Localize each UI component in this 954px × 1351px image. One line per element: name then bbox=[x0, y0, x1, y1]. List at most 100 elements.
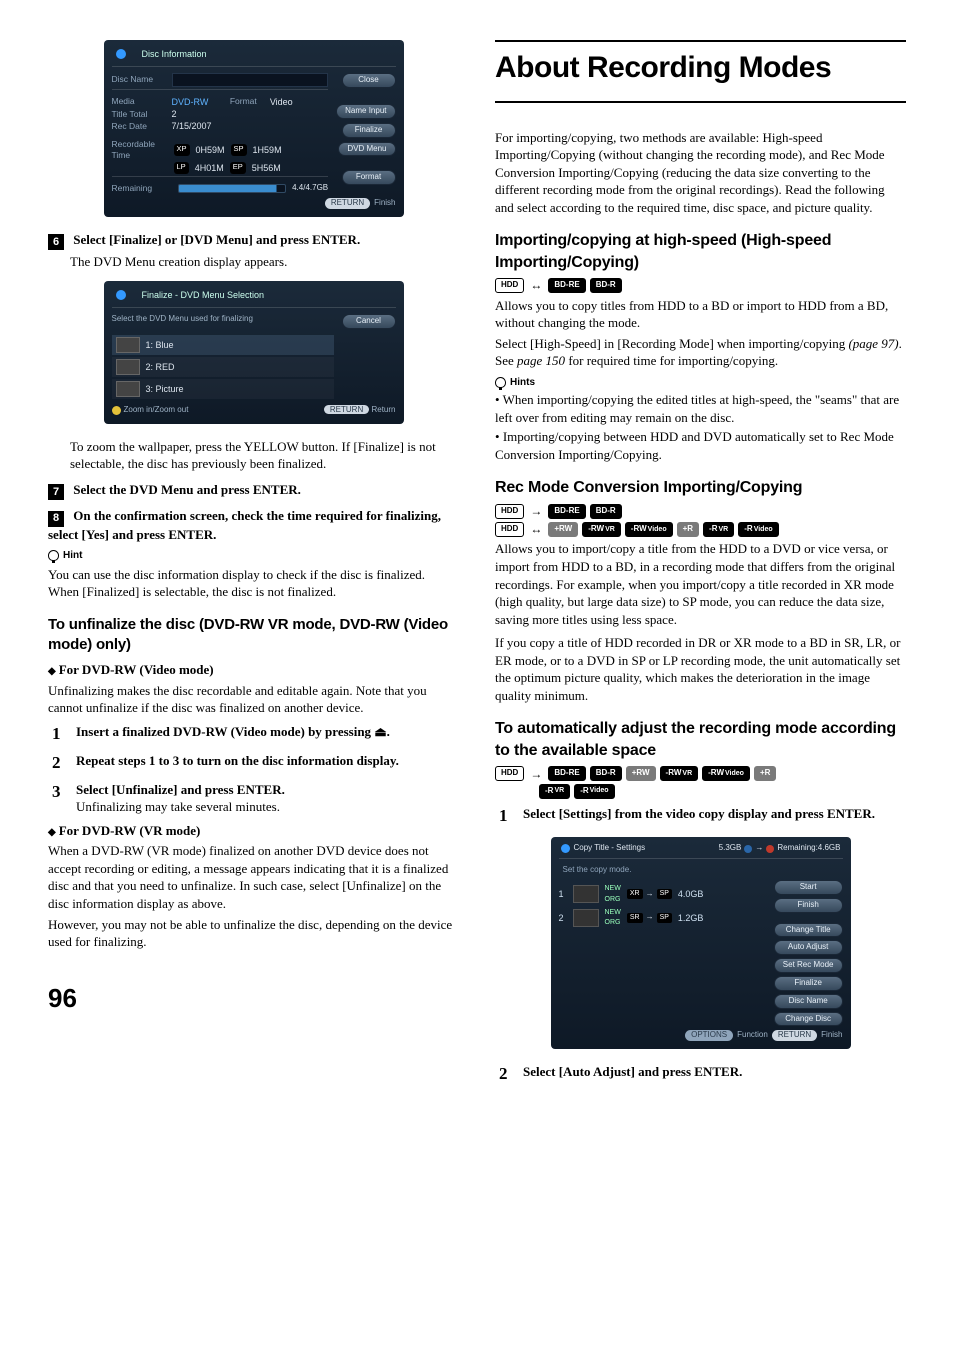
disc-arrow-icon: → bbox=[755, 843, 763, 854]
thumbnail-icon bbox=[573, 885, 599, 903]
copy-row-1[interactable]: 1 NEWORG XR→SP 4.0GB bbox=[559, 884, 774, 904]
return-text: Return bbox=[371, 405, 395, 414]
unfinalize-step-1b: . bbox=[387, 724, 390, 739]
remaining-label: Remaining bbox=[112, 183, 172, 194]
disc-information-panel: Disc Information Disc Name Media DVD-RW … bbox=[104, 40, 404, 217]
dashrw-vr-badge: -RWVR bbox=[660, 766, 699, 781]
capacity-used: 5.3GB bbox=[719, 843, 742, 854]
right-arrow-icon: → bbox=[528, 503, 544, 519]
plusrw-badge: +RW bbox=[626, 766, 656, 781]
menu-item-red[interactable]: 2: RED bbox=[112, 357, 334, 377]
dashrw-vr-badge: -RWVR bbox=[582, 522, 621, 537]
recmode-body-2: If you copy a title of HDD recorded in D… bbox=[495, 634, 906, 704]
dvd-menu-button[interactable]: DVD Menu bbox=[338, 142, 395, 157]
eject-icon: ⏏ bbox=[374, 724, 386, 739]
hint-2: Importing/copying between HDD and DVD au… bbox=[495, 428, 906, 463]
recmode-heading: Rec Mode Conversion Importing/Copying bbox=[495, 477, 906, 499]
change-title-button[interactable]: Change Title bbox=[774, 923, 843, 938]
recmode-badges-1: HDD → BD-RE BD-R bbox=[495, 503, 906, 519]
hdd-badge: HDD bbox=[495, 504, 524, 519]
mode-ep-value: 5H56M bbox=[252, 162, 281, 174]
highspeed-body-1: Allows you to copy titles from HDD to a … bbox=[495, 297, 906, 332]
return-badge[interactable]: RETURN bbox=[324, 405, 369, 414]
cancel-button[interactable]: Cancel bbox=[342, 314, 396, 329]
title-total-label: Title Total bbox=[112, 109, 172, 120]
close-button[interactable]: Close bbox=[342, 73, 396, 88]
dashr-vr-badge: -RVR bbox=[703, 522, 734, 537]
hint-text: You can use the disc information display… bbox=[48, 566, 459, 601]
zoom-label: Zoom in/Zoom out bbox=[124, 405, 189, 416]
menu-item-picture[interactable]: 3: Picture bbox=[112, 379, 334, 399]
bulb-icon bbox=[495, 377, 506, 388]
finalize-menu-panel: Finalize - DVD Menu Selection Select the… bbox=[104, 281, 404, 424]
dashr-video-badge: -RVideo bbox=[738, 522, 778, 537]
plusrw-badge: +RW bbox=[548, 522, 578, 537]
auto-adjust-button[interactable]: Auto Adjust bbox=[774, 940, 843, 955]
autoadjust-badges-2: -RVR -RVideo bbox=[539, 784, 906, 799]
disc-name-button[interactable]: Disc Name bbox=[774, 994, 843, 1009]
mode-lp-badge: LP bbox=[174, 162, 189, 174]
plusr-badge: +R bbox=[754, 766, 776, 781]
bdre-badge: BD-RE bbox=[548, 766, 585, 781]
step-6-body: The DVD Menu creation display appears. bbox=[70, 253, 459, 271]
unfinalize-step-2: Repeat steps 1 to 3 to turn on the disc … bbox=[76, 753, 399, 768]
video-mode-body: Unfinalizing makes the disc recordable a… bbox=[48, 682, 459, 717]
mode-sp-badge: SP bbox=[231, 144, 247, 156]
unfinalize-step-1a: Insert a finalized DVD-RW (Video mode) b… bbox=[76, 724, 374, 739]
bdre-badge: BD-RE bbox=[548, 278, 585, 293]
menu-item-blue[interactable]: 1: Blue bbox=[112, 335, 334, 355]
section-title-box: About Recording Modes bbox=[495, 40, 906, 103]
bdr-badge: BD-R bbox=[590, 504, 622, 519]
mode-lp-value: 4H01M bbox=[195, 162, 224, 174]
recmode-badges-2: HDD ↔ +RW -RWVR -RWVideo +R -RVR -RVideo bbox=[495, 521, 906, 537]
return-badge[interactable]: RETURN bbox=[772, 1030, 817, 1041]
disc-name-field[interactable] bbox=[172, 73, 329, 87]
video-mode-heading: For DVD-RW (Video mode) bbox=[48, 661, 459, 679]
vr-mode-body-2: However, you may not be able to unfinali… bbox=[48, 916, 459, 951]
step-8-label: On the confirmation screen, check the ti… bbox=[48, 508, 441, 541]
highspeed-body-2: Select [High-Speed] in [Recording Mode] … bbox=[495, 335, 906, 370]
panel-dot-icon bbox=[116, 290, 126, 300]
finalize-button[interactable]: Finalize bbox=[342, 123, 396, 138]
remaining-value: 4.4/4.7GB bbox=[292, 183, 328, 194]
step-8-number: 8 bbox=[48, 511, 64, 527]
highspeed-badges: HDD ↔ BD-RE BD-R bbox=[495, 277, 906, 293]
return-badge[interactable]: RETURN bbox=[325, 198, 370, 209]
unfinalize-step-1-number: 1 bbox=[52, 723, 66, 746]
finalize-followup-text: To zoom the wallpaper, press the YELLOW … bbox=[70, 438, 459, 473]
dashrw-video-badge: -RWVideo bbox=[625, 522, 673, 537]
dashrw-video-badge: -RWVideo bbox=[702, 766, 750, 781]
media-value: DVD-RW bbox=[172, 96, 230, 108]
panel-dot-icon bbox=[561, 844, 570, 853]
options-badge[interactable]: OPTIONS bbox=[685, 1030, 733, 1041]
remaining-bar bbox=[178, 184, 287, 193]
bidir-arrow-icon: ↔ bbox=[528, 277, 544, 293]
autoadjust-heading: To automatically adjust the recording mo… bbox=[495, 718, 906, 761]
hint-label: Hint bbox=[63, 549, 82, 563]
auto-step-2-number: 2 bbox=[499, 1063, 513, 1086]
step-6-number: 6 bbox=[48, 234, 64, 250]
format-button[interactable]: Format bbox=[342, 170, 396, 185]
autoadjust-badges: HDD → BD-RE BD-R +RW -RWVR -RWVideo +R bbox=[495, 766, 906, 782]
copy-row-2[interactable]: 2 NEWORG SR→SP 1.2GB bbox=[559, 908, 774, 928]
finish-button[interactable]: Finish bbox=[774, 898, 843, 913]
start-button[interactable]: Start bbox=[774, 880, 843, 895]
finalize-button[interactable]: Finalize bbox=[774, 976, 843, 991]
recmode-body-1: Allows you to import/copy a title from t… bbox=[495, 540, 906, 628]
finish-label: Finish bbox=[821, 1030, 842, 1041]
hint-1: When importing/copying the edited titles… bbox=[495, 391, 906, 426]
unfinalize-step-2-number: 2 bbox=[52, 752, 66, 775]
rec-date-value: 7/15/2007 bbox=[172, 120, 329, 132]
highspeed-heading: Importing/copying at high-speed (High-sp… bbox=[495, 230, 906, 273]
plusr-badge: +R bbox=[677, 522, 699, 537]
disc-red-icon bbox=[766, 845, 774, 853]
bidir-arrow-icon: ↔ bbox=[528, 521, 544, 537]
auto-step-1: Select [Settings] from the video copy di… bbox=[523, 806, 875, 821]
format-label: Format bbox=[230, 96, 270, 107]
change-disc-button[interactable]: Change Disc bbox=[774, 1012, 843, 1027]
set-rec-mode-button[interactable]: Set Rec Mode bbox=[774, 958, 843, 973]
bdre-badge: BD-RE bbox=[548, 504, 585, 519]
vr-mode-heading: For DVD-RW (VR mode) bbox=[48, 822, 459, 840]
mode-xp-value: 0H59M bbox=[196, 144, 225, 156]
name-input-button[interactable]: Name Input bbox=[336, 104, 395, 119]
